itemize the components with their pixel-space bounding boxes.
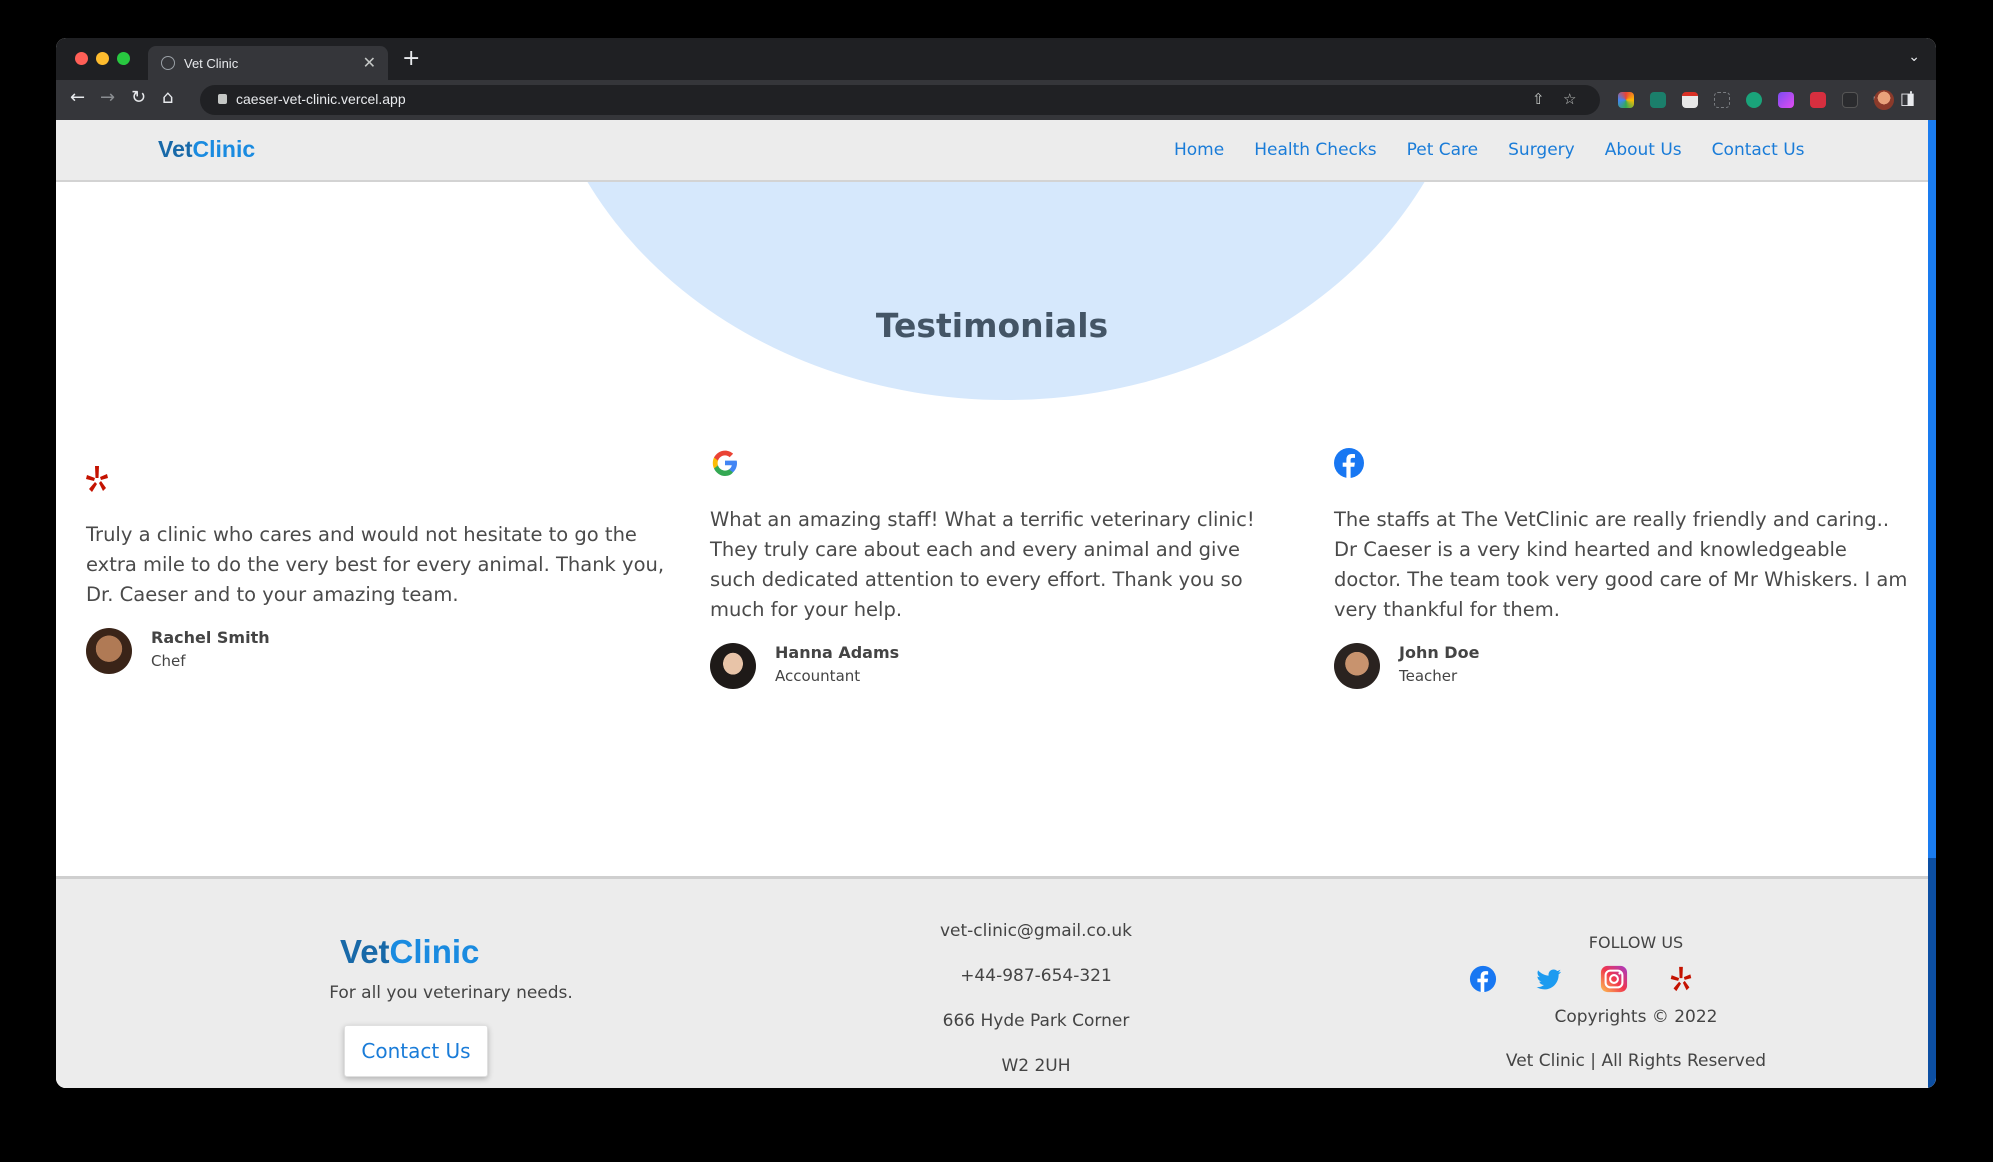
reload-icon[interactable]: ↻ [131, 87, 146, 108]
author-role: Chef [151, 652, 186, 670]
extension-purple-icon[interactable] [1778, 92, 1794, 108]
twitter-icon[interactable] [1535, 965, 1563, 993]
avatar [1334, 643, 1380, 689]
scrollbar-thumb[interactable] [1928, 858, 1936, 1088]
footer-logo[interactable]: VetClinic [340, 933, 479, 971]
maximize-window-button[interactable] [117, 52, 130, 65]
footer-address-line2: W2 2UH [1001, 1056, 1071, 1076]
nav-health-checks[interactable]: Health Checks [1254, 140, 1376, 160]
footer-address-line1: 666 Hyde Park Corner [942, 1011, 1130, 1031]
testimonials-title: Testimonials [875, 306, 1109, 345]
extension-feather-icon[interactable] [1650, 92, 1666, 108]
footer-contact-button[interactable]: Contact Us [344, 1025, 488, 1077]
follow-us-label: FOLLOW US [1588, 933, 1684, 952]
lock-icon [218, 94, 227, 104]
page-viewport: VetClinic Home Health Checks Pet Care Su… [56, 120, 1936, 1088]
copyright-text: Copyrights © 2022 [1554, 1007, 1718, 1027]
main-nav: Home Health Checks Pet Care Surgery Abou… [1174, 140, 1805, 160]
tab-bar: Vet Clinic ✕ + ⌄ [56, 38, 1936, 80]
site-footer: VetClinic For all you veterinary needs. … [56, 876, 1928, 1088]
nav-contact-us[interactable]: Contact Us [1712, 140, 1805, 160]
footer-email[interactable]: vet-clinic@gmail.co.uk [836, 921, 1236, 941]
author-name: John Doe [1399, 643, 1480, 662]
author-role: Accountant [775, 667, 861, 685]
nav-pet-care[interactable]: Pet Care [1407, 140, 1479, 160]
browser-menu-icon[interactable]: ⋮ [1902, 88, 1920, 109]
footer-tagline: For all you veterinary needs. [329, 983, 573, 1003]
scrollbar-track[interactable] [1928, 120, 1936, 858]
bookmark-star-icon[interactable]: ☆ [1563, 90, 1576, 108]
new-tab-button[interactable]: + [402, 46, 420, 71]
browser-toolbar: ← → ↻ ⌂ caeser-vet-clinic.vercel.app ⇧ ☆… [56, 80, 1936, 120]
nav-about-us[interactable]: About Us [1605, 140, 1682, 160]
nav-home[interactable]: Home [1174, 140, 1224, 160]
profile-avatar[interactable] [1874, 90, 1894, 110]
extension-calendar-icon[interactable] [1682, 92, 1698, 108]
footer-phone[interactable]: +44-987-654-321 [836, 966, 1236, 986]
extension-screenshot-icon[interactable] [1714, 92, 1730, 108]
back-icon[interactable]: ← [70, 87, 85, 108]
tab-search-icon[interactable]: ⌄ [1908, 49, 1920, 65]
site-header: VetClinic Home Health Checks Pet Care Su… [56, 120, 1928, 182]
instagram-icon[interactable] [1600, 965, 1628, 993]
nav-surgery[interactable]: Surgery [1508, 140, 1575, 160]
globe-icon [161, 56, 175, 70]
avatar [86, 628, 132, 674]
extension-red-icon[interactable] [1810, 92, 1826, 108]
testimonial-text: What an amazing staff! What a terrific v… [710, 508, 1255, 621]
extension-dark-icon[interactable] [1842, 92, 1858, 108]
home-icon[interactable]: ⌂ [162, 87, 173, 108]
testimonial-text: Truly a clinic who cares and would not h… [86, 523, 665, 606]
site-logo[interactable]: VetClinic [158, 136, 255, 163]
rights-text: Vet Clinic | All Rights Reserved [1505, 1051, 1767, 1071]
url-text: caeser-vet-clinic.vercel.app [236, 91, 406, 107]
author-name: Rachel Smith [151, 628, 270, 647]
facebook-icon[interactable] [1469, 965, 1497, 993]
address-bar[interactable]: caeser-vet-clinic.vercel.app ⇧ ☆ [200, 85, 1600, 115]
browser-window: Vet Clinic ✕ + ⌄ ← → ↻ ⌂ caeser-vet-clin… [56, 38, 1936, 1088]
share-icon[interactable]: ⇧ [1532, 90, 1545, 108]
forward-icon[interactable]: → [100, 87, 115, 108]
browser-tab[interactable]: Vet Clinic ✕ [148, 46, 388, 80]
close-window-button[interactable] [75, 52, 88, 65]
facebook-icon [1334, 448, 1364, 478]
extension-w-icon[interactable] [1746, 92, 1762, 108]
author-name: Hanna Adams [775, 643, 900, 662]
avatar [710, 643, 756, 689]
minimize-window-button[interactable] [96, 52, 109, 65]
extension-color-icon[interactable] [1618, 92, 1634, 108]
google-icon [712, 450, 737, 476]
testimonial-text: The staffs at The VetClinic are really f… [1334, 508, 1908, 621]
close-tab-icon[interactable]: ✕ [363, 53, 376, 72]
author-role: Teacher [1399, 667, 1458, 685]
tab-title: Vet Clinic [184, 56, 239, 71]
yelp-icon[interactable] [1667, 965, 1695, 993]
yelp-icon [86, 466, 108, 492]
